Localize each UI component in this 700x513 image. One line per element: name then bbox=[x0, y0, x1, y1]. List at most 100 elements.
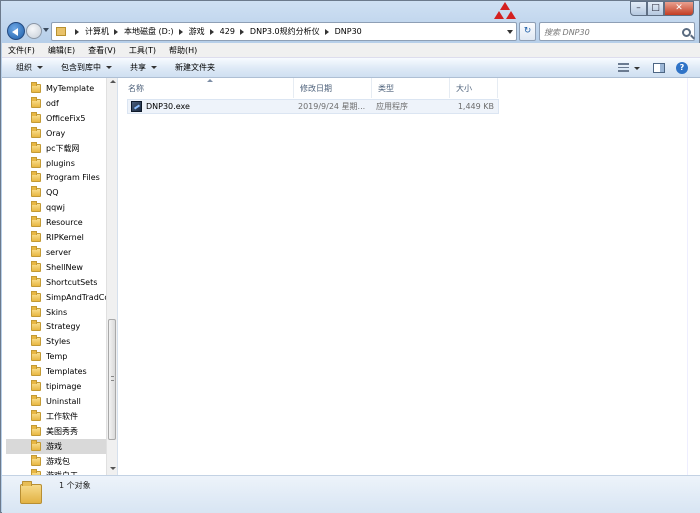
nav-folder-item[interactable]: plugins bbox=[6, 156, 106, 171]
nav-folder-item[interactable]: odf bbox=[6, 96, 106, 111]
folder-icon bbox=[31, 201, 41, 213]
column-header-size[interactable]: 大小 bbox=[450, 78, 498, 98]
nav-folder-label: Templates bbox=[46, 367, 87, 377]
chevron-right-icon bbox=[114, 28, 118, 35]
column-header-modified[interactable]: 修改日期 bbox=[294, 78, 372, 98]
nav-folder-item[interactable]: pc下载网 bbox=[6, 141, 106, 156]
breadcrumb-computer[interactable]: 计算机 bbox=[85, 26, 109, 37]
refresh-button[interactable]: ↻ bbox=[519, 22, 536, 41]
menu-help[interactable]: 帮助(H) bbox=[169, 45, 197, 56]
include-in-library-label: 包含到库中 bbox=[61, 63, 101, 72]
breadcrumb-dnp-analyzer[interactable]: DNP3.0规约分析仪 bbox=[250, 26, 320, 37]
nav-folder-label: tipimage bbox=[46, 382, 82, 391]
folder-icon bbox=[31, 275, 41, 287]
nav-folder-item[interactable]: 美图秀秀 bbox=[6, 424, 106, 439]
nav-folder-item[interactable]: tipimage bbox=[6, 379, 106, 394]
nav-folder-item[interactable]: ShortcutSets bbox=[6, 275, 106, 290]
share-button[interactable]: 共享 bbox=[130, 62, 157, 73]
nav-folder-item[interactable]: Program Files bbox=[6, 170, 106, 185]
nav-folder-item[interactable]: server bbox=[6, 245, 106, 260]
nav-folder-item[interactable]: Skins bbox=[6, 305, 106, 320]
forward-button[interactable] bbox=[26, 23, 42, 39]
minimize-button[interactable]: – bbox=[630, 1, 647, 16]
organize-label: 组织 bbox=[16, 63, 32, 72]
nav-folder-label: Program Files bbox=[46, 173, 100, 183]
back-button[interactable] bbox=[7, 22, 25, 40]
nav-folder-label: Resource bbox=[46, 218, 83, 228]
breadcrumb-dnp30[interactable]: DNP30 bbox=[335, 27, 362, 36]
nav-folder-item[interactable]: Uninstall bbox=[6, 394, 106, 409]
scroll-down-icon[interactable] bbox=[110, 467, 116, 470]
chevron-down-icon[interactable] bbox=[507, 30, 513, 34]
view-options-icon[interactable] bbox=[618, 63, 629, 72]
folder-icon bbox=[31, 380, 41, 391]
nav-folder-item[interactable]: RIPKernel bbox=[6, 230, 106, 245]
nav-folder-item[interactable]: SimpAndTradCo bbox=[6, 290, 106, 305]
file-list-scrollbar[interactable] bbox=[687, 78, 698, 475]
nav-folder-item[interactable]: ShellNew bbox=[6, 260, 106, 275]
nav-folder-item[interactable]: MyTemplate bbox=[6, 81, 106, 96]
chevron-right-icon bbox=[209, 28, 214, 35]
folder-icon bbox=[31, 424, 41, 436]
column-headers: 名称 修改日期 类型 大小 bbox=[122, 78, 698, 98]
address-bar[interactable]: 计算机 本地磁盘 (D:) 游戏 429 DNP3.0规约分析仪 DNP30 bbox=[51, 22, 517, 41]
column-header-type[interactable]: 类型 bbox=[372, 78, 450, 98]
nav-folder-item[interactable]: 游戏包 bbox=[6, 454, 106, 469]
maximize-button[interactable]: □ bbox=[647, 1, 664, 16]
nav-folder-item[interactable]: OfficeFix5 bbox=[6, 111, 106, 126]
breadcrumb-drive[interactable]: 本地磁盘 (D:) bbox=[124, 26, 174, 37]
file-row[interactable]: DNP30.exe 2019/9/24 星期... 应用程序 1,449 KB bbox=[127, 99, 499, 114]
nav-folder-item[interactable]: 游戏白工 bbox=[6, 468, 106, 475]
navigation-pane: MyTemplate odf OfficeFix5 Oray pc下载网 plugins P… bbox=[2, 78, 118, 475]
folder-icon bbox=[31, 245, 41, 257]
folder-icon bbox=[31, 260, 41, 272]
nav-folder-item[interactable]: Resource bbox=[6, 215, 106, 230]
folder-icon bbox=[31, 335, 41, 347]
scroll-up-icon[interactable] bbox=[110, 80, 116, 83]
preview-pane-icon[interactable] bbox=[653, 63, 665, 73]
nav-scrollbar[interactable] bbox=[106, 78, 117, 475]
menu-view[interactable]: 查看(V) bbox=[88, 45, 116, 56]
status-bar: 1 个对象 bbox=[2, 475, 700, 513]
column-header-name[interactable]: 名称 bbox=[122, 78, 294, 98]
close-button[interactable]: ✕ bbox=[664, 1, 694, 16]
folder-icon bbox=[31, 82, 41, 93]
search-input[interactable] bbox=[544, 24, 679, 40]
new-folder-button[interactable]: 新建文件夹 bbox=[175, 62, 215, 73]
nav-folder-item[interactable]: QQ bbox=[6, 185, 106, 200]
folder-icon bbox=[31, 454, 41, 466]
recent-pages-dropdown[interactable] bbox=[43, 28, 49, 32]
scrollbar-thumb[interactable] bbox=[108, 319, 116, 440]
folder-icon bbox=[31, 439, 41, 451]
window-controls: – □ ✕ bbox=[630, 1, 694, 16]
nav-folder-label: Oray bbox=[46, 128, 66, 138]
folder-icon bbox=[31, 216, 41, 228]
nav-folder-item[interactable]: 工作软件 bbox=[6, 409, 106, 424]
help-icon[interactable]: ? bbox=[676, 62, 688, 74]
nav-folder-label: Skins bbox=[46, 307, 68, 317]
menu-edit[interactable]: 编辑(E) bbox=[48, 45, 75, 56]
search-icon[interactable] bbox=[682, 28, 691, 37]
nav-folder-item[interactable]: Templates bbox=[6, 364, 106, 379]
nav-folder-label: MyTemplate bbox=[46, 84, 95, 93]
nav-folder-item[interactable]: Oray bbox=[6, 126, 106, 141]
breadcrumb-429[interactable]: 429 bbox=[220, 27, 235, 36]
nav-folder-item[interactable]: Strategy bbox=[6, 319, 106, 334]
nav-folder-item[interactable]: qqwj bbox=[6, 200, 106, 215]
folder-icon bbox=[31, 111, 41, 123]
organize-button[interactable]: 组织 bbox=[16, 62, 43, 73]
include-in-library-button[interactable]: 包含到库中 bbox=[61, 62, 112, 73]
chevron-right-icon bbox=[324, 28, 329, 35]
nav-folder-item[interactable]: Styles bbox=[6, 334, 106, 349]
menu-file[interactable]: 文件(F) bbox=[8, 45, 35, 56]
chevron-down-icon[interactable] bbox=[634, 67, 640, 70]
nav-folder-item[interactable]: 游戏 bbox=[6, 438, 106, 454]
nav-folder-item[interactable]: Temp bbox=[6, 349, 106, 364]
folder-icon bbox=[31, 231, 41, 242]
column-type-label: 类型 bbox=[378, 83, 394, 93]
breadcrumb-games[interactable]: 游戏 bbox=[189, 26, 205, 37]
status-text: 1 个对象 bbox=[59, 481, 91, 490]
nav-folder-label: Strategy bbox=[46, 322, 81, 332]
menu-tools[interactable]: 工具(T) bbox=[129, 45, 156, 56]
chevron-right-icon bbox=[75, 28, 79, 35]
